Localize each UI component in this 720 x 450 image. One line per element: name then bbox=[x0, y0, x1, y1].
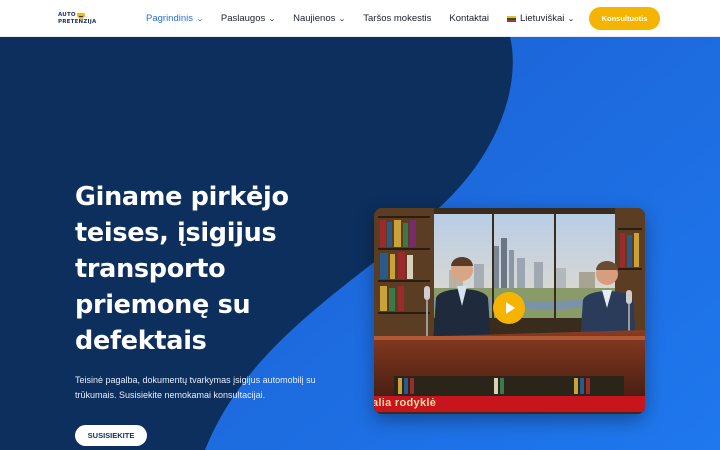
language-selector[interactable]: Lietuviškai ⌄ bbox=[506, 13, 576, 24]
headline-line: transporto bbox=[75, 254, 226, 284]
hero-section: Giname pirkėjo teises, įsigijus transpor… bbox=[0, 37, 720, 450]
main-nav: Pagrindinis ⌄ Paslaugos ⌄ Naujienos ⌄ Ta… bbox=[146, 0, 592, 37]
nav-item-label: Taršos mokestis bbox=[363, 13, 432, 24]
chevron-down-icon: ⌄ bbox=[268, 15, 277, 23]
play-button[interactable] bbox=[493, 292, 525, 324]
logo-text-pretenzija: PRETENZIJA bbox=[58, 19, 97, 25]
headline-line: priemonę su bbox=[75, 290, 251, 320]
play-icon bbox=[506, 302, 515, 314]
hero-headline: Giname pirkėjo teises, įsigijus transpor… bbox=[75, 179, 335, 359]
nav-item-label: Naujienos bbox=[293, 13, 336, 24]
video-ticker: alia rodyklė bbox=[374, 396, 645, 412]
site-logo[interactable]: AUTO PRETENZIJA bbox=[58, 8, 97, 30]
logo-text-auto: AUTO bbox=[58, 12, 76, 18]
nav-item-kontaktai[interactable]: Kontaktai bbox=[449, 13, 489, 24]
nav-item-paslaugos[interactable]: Paslaugos ⌄ bbox=[220, 13, 277, 24]
chevron-down-icon: ⌄ bbox=[196, 15, 204, 23]
contact-button[interactable]: SUSISIEKITE bbox=[75, 425, 147, 446]
chevron-down-icon: ⌄ bbox=[338, 15, 347, 23]
headline-line: defektais bbox=[75, 326, 207, 356]
headline-line: Giname pirkėjo bbox=[75, 182, 289, 212]
chevron-down-icon: ⌄ bbox=[567, 15, 576, 23]
logo-shield-icon bbox=[76, 12, 85, 19]
headline-line: teises, įsigijus bbox=[75, 218, 277, 248]
nav-item-label: Kontaktai bbox=[449, 13, 489, 24]
consult-button[interactable]: Konsultuotis bbox=[589, 7, 660, 30]
nav-item-tarsos-mokestis[interactable]: Taršos mokestis bbox=[363, 13, 431, 24]
site-header: AUTO PRETENZIJA Pagrindinis ⌄ Paslaugos … bbox=[0, 0, 720, 37]
nav-item-pagrindinis[interactable]: Pagrindinis ⌄ bbox=[146, 13, 204, 24]
nav-item-label: Paslaugos bbox=[220, 13, 266, 24]
video-player[interactable]: alia rodyklė bbox=[374, 208, 645, 414]
nav-item-label: Pagrindinis bbox=[146, 13, 193, 24]
hero-subtext: Teisinė pagalba, dokumentų tvarkymas įsi… bbox=[75, 375, 316, 400]
language-label: Lietuviškai bbox=[519, 13, 565, 24]
lithuania-flag-icon bbox=[506, 15, 516, 22]
ticker-text: alia rodyklė bbox=[374, 397, 437, 409]
nav-item-naujienos[interactable]: Naujienos ⌄ bbox=[293, 13, 347, 24]
